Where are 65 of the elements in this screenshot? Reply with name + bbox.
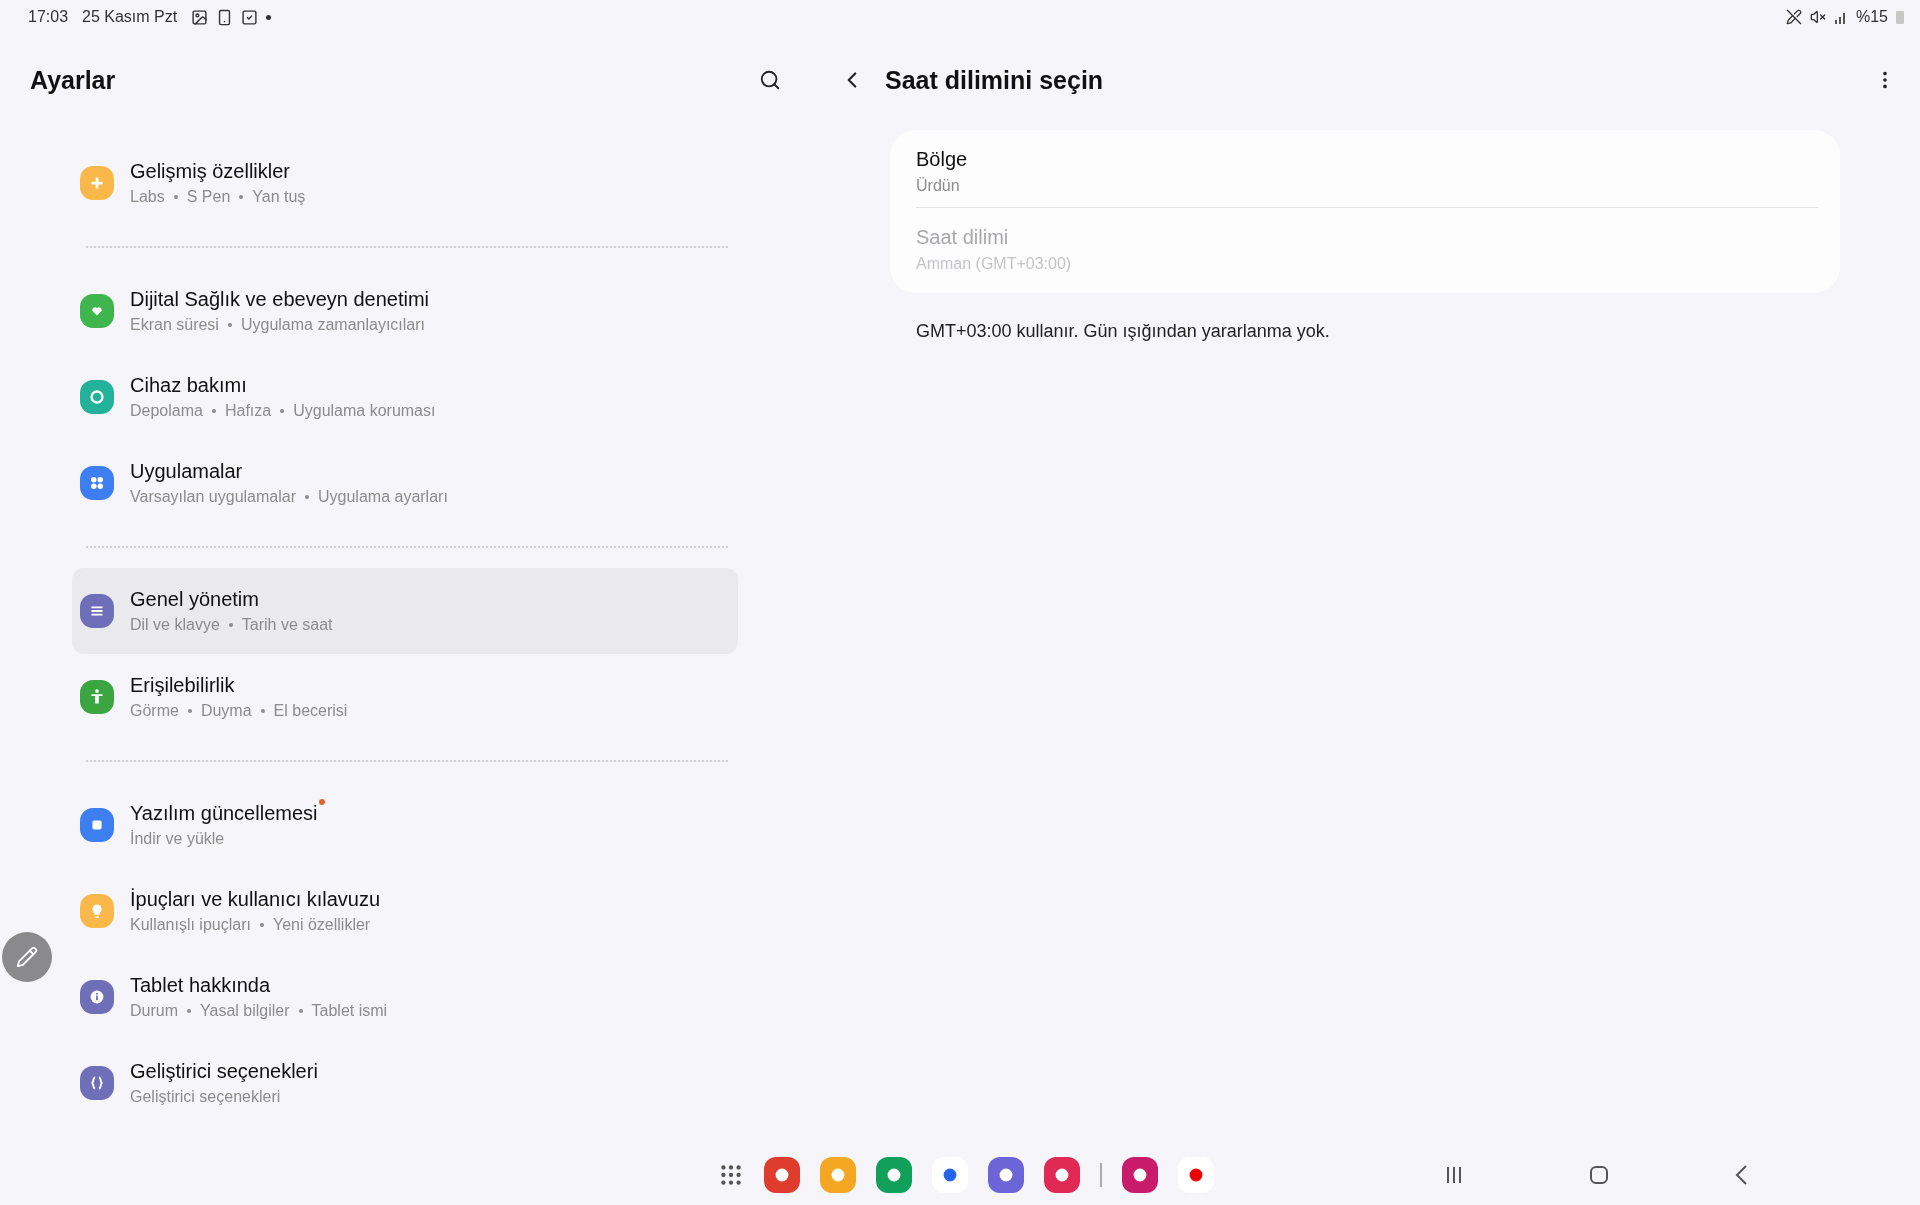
item-title: Uygulamalar xyxy=(130,460,243,483)
item-detail: Labs xyxy=(130,188,165,206)
item-detail: Hafıza xyxy=(224,402,272,420)
item-detail: Tablet ismi xyxy=(311,1002,388,1020)
item-detail: Depolama xyxy=(130,402,203,420)
settings-item[interactable]: Genel yönetim Dil ve klavye Tarih ve saat xyxy=(72,568,738,654)
item-title: İpuçları ve kullanıcı kılavuzu xyxy=(130,888,381,911)
item-detail: Kullanışlı ipuçları xyxy=(130,916,251,934)
back-nav-icon[interactable] xyxy=(1734,1164,1748,1186)
item-detail: Görme xyxy=(130,702,179,720)
item-title: Genel yönetim xyxy=(130,588,259,611)
item-title: Tablet hakkında xyxy=(130,974,271,997)
settings-item[interactable]: Uygulamalar Varsayılan uygulamalar Uygulama ayarları xyxy=(72,440,738,526)
item-detail: Duyma xyxy=(200,702,252,720)
item-detail: Uygulama zamanlayıcıları xyxy=(240,316,425,334)
setting-value: Amman (GMT+03:00) xyxy=(916,255,1073,273)
item-detail: Yasal bilgiler xyxy=(200,1002,290,1020)
item-detail: Ekran süresi xyxy=(130,316,219,334)
settings-title: Ayarlar xyxy=(30,65,116,95)
recents-icon[interactable] xyxy=(1444,1166,1464,1184)
apps-grid-icon[interactable] xyxy=(718,1162,744,1188)
setting-label: Saat dilimi xyxy=(916,226,1010,249)
item-detail: Durum xyxy=(130,1002,178,1020)
item-title: Dijital Sağlık ve ebeveyn denetimi xyxy=(130,288,430,311)
item-detail: El becerisi xyxy=(273,702,348,720)
item-detail: İndir ve yükle xyxy=(130,830,225,848)
settings-item[interactable]: Cihaz bakımı Depolama Hafıza Uygulama koruması xyxy=(72,354,738,440)
settings-item[interactable]: Tablet hakkında Durum Yasal bilgiler Tablet ismi xyxy=(72,954,738,1040)
settings-item[interactable]: Dijital Sağlık ve ebeveyn denetimi Ekran süresi Uygulama zamanlayıcıları xyxy=(72,268,738,354)
battery-level: %15 xyxy=(1855,8,1888,26)
settings-item[interactable]: Erişilebilirlik Görme Duyma El becerisi xyxy=(72,654,738,740)
pen-button[interactable] xyxy=(2,932,52,982)
item-detail: S Pen xyxy=(186,188,231,206)
image-icon xyxy=(191,8,209,26)
mute-icon xyxy=(1809,9,1826,25)
item-title: Erişilebilirlik xyxy=(130,674,235,697)
item-detail: Uygulama koruması xyxy=(293,402,436,420)
settings-item[interactable]: İpuçları ve kullanıcı kılavuzu Kullanışlı ipuçları Yeni özellikler xyxy=(72,868,738,954)
page-title: Saat dilimini seçin xyxy=(885,65,1105,95)
home-icon[interactable] xyxy=(1589,1165,1609,1185)
settings-item[interactable]: Geliştirici seçenekleri Geliştirici seçenekleri xyxy=(72,1040,738,1126)
battery-icon xyxy=(1896,10,1904,24)
settings-item[interactable]: Gelişmiş özellikler Labs S Pen Yan tuş xyxy=(72,140,738,226)
setting-value: Ürdün xyxy=(916,177,961,195)
item-detail: Uygulama ayarları xyxy=(318,488,448,506)
settings-item[interactable]: Yazılım güncellemesi İndir ve yükle xyxy=(72,782,738,868)
setting-label[interactable]: Bölge xyxy=(916,148,1818,171)
item-detail: Tarih ve saat xyxy=(241,616,333,634)
item-title: Yazılım güncellemesi xyxy=(130,802,318,825)
item-detail: Geliştirici seçenekleri xyxy=(130,1088,281,1106)
pencil-icon xyxy=(16,946,38,968)
item-detail: Varsayılan uygulamalar xyxy=(130,488,296,506)
item-title: Gelişmiş özellikler xyxy=(130,160,291,183)
item-detail: Yeni özellikler xyxy=(272,916,371,934)
timezone-note: GMT+03:00 kullanır. Gün ışığından yararlanma yok. xyxy=(916,321,1331,342)
item-title: Cihaz bakımı xyxy=(130,374,247,397)
signal-icon xyxy=(1833,10,1848,24)
item-title: Geliştirici seçenekleri xyxy=(130,1060,318,1083)
pen-off-icon xyxy=(1785,9,1802,25)
checkbox-icon xyxy=(241,8,259,26)
status-date: 25 Kasım Pzt xyxy=(82,8,178,26)
status-time: 17:03 xyxy=(28,8,69,26)
item-detail: Yan tuş xyxy=(252,188,306,206)
dot-icon xyxy=(266,14,272,20)
item-detail: Dil ve klavye xyxy=(130,616,220,634)
